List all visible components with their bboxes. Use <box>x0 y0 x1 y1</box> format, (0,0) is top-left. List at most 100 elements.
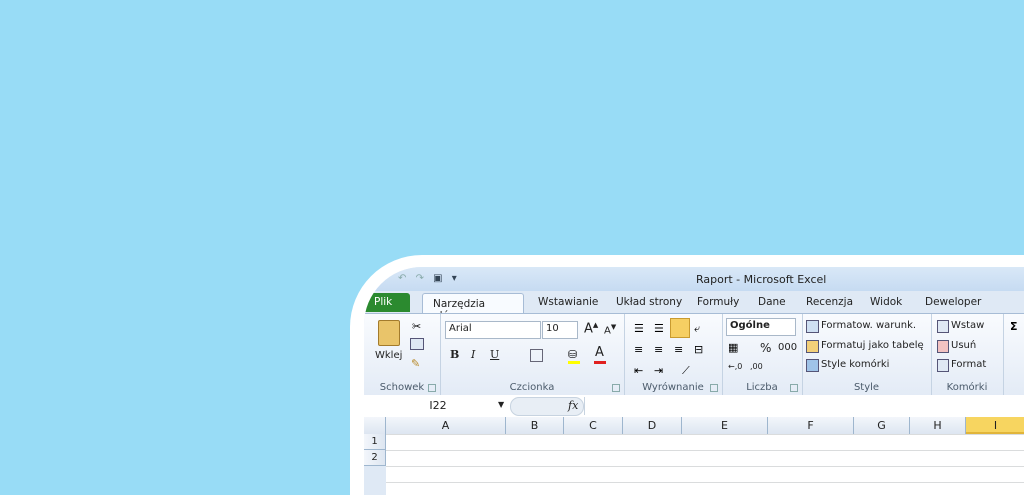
group-label-alignment: Wyrównanie <box>642 382 704 393</box>
cell-styles-button[interactable]: Style komórki <box>821 359 889 370</box>
align-right-icon[interactable]: ≡ <box>674 343 683 356</box>
percent-button[interactable]: % <box>760 341 771 355</box>
clipboard-launcher-icon[interactable] <box>428 384 436 392</box>
insert-cells-button[interactable]: Wstaw <box>951 320 984 331</box>
font-color-icon[interactable]: A <box>595 345 604 360</box>
align-left-icon[interactable]: ≡ <box>634 343 643 356</box>
window-title: Raport - Microsoft Excel <box>696 273 827 286</box>
paste-icon[interactable] <box>378 320 400 346</box>
thousands-button[interactable]: 000 <box>778 342 797 353</box>
wrap-text-icon[interactable]: ⤶ <box>694 322 700 336</box>
group-label-font: Czcionka <box>509 382 555 393</box>
tab-developer[interactable]: Deweloper <box>925 296 981 308</box>
save-icon[interactable]: ▣ <box>433 273 442 284</box>
grow-font-icon[interactable]: A▲ <box>584 321 598 336</box>
group-alignment: ☰ ☰ ⤶ ≡ ≡ ≡ ⊟ ⇤ ⇥ ⟋ Wyrównanie <box>624 314 723 396</box>
column-header[interactable]: C <box>564 417 623 434</box>
tab-file[interactable]: Plik <box>364 293 410 312</box>
undo-icon[interactable]: ↶ <box>398 273 406 284</box>
increase-decimal-icon[interactable]: ←,0 <box>728 362 742 371</box>
quick-access-toolbar: ↶ ↷ ▣ ▾ <box>398 273 463 284</box>
delete-cells-button[interactable]: Usuń <box>951 340 976 351</box>
font-color-swatch <box>594 361 606 364</box>
column-header-selected[interactable]: I <box>966 417 1024 434</box>
formula-bar: I22 ▼ fx <box>364 395 1024 418</box>
underline-button[interactable]: U <box>490 348 499 361</box>
customize-toolbar-icon[interactable]: ▾ <box>452 273 457 284</box>
borders-icon[interactable] <box>530 349 543 362</box>
format-as-table-icon <box>806 340 819 353</box>
group-cells: Wstaw Usuń Format Komórki <box>931 314 1004 396</box>
format-painter-icon[interactable]: ✎ <box>411 357 420 370</box>
decrease-indent-icon[interactable]: ⇤ <box>634 364 643 377</box>
merge-center-icon[interactable]: ⊟ <box>694 343 703 356</box>
tab-data[interactable]: Dane <box>758 296 786 308</box>
delete-cells-icon <box>937 340 949 353</box>
column-header[interactable]: F <box>768 417 854 434</box>
orientation-icon[interactable]: ⟋ <box>682 364 690 378</box>
format-cells-icon <box>937 359 949 372</box>
column-header[interactable]: G <box>854 417 910 434</box>
align-top-icon[interactable]: ☰ <box>634 322 644 335</box>
alignment-launcher-icon[interactable] <box>710 384 718 392</box>
conditional-format-icon <box>806 320 819 333</box>
column-header[interactable]: D <box>623 417 682 434</box>
column-header[interactable]: H <box>910 417 966 434</box>
column-header[interactable]: B <box>506 417 564 434</box>
tab-home[interactable]: Narzędzia główne <box>422 293 524 322</box>
align-bottom-icon[interactable] <box>670 318 690 338</box>
ribbon: Wklej ✂ ✎ Schowek Arial 10 A▲ A▼ B I U ⛁… <box>364 313 1024 397</box>
group-clipboard: Wklej ✂ ✎ Schowek <box>364 314 441 396</box>
rounded-frame: ↶ ↷ ▣ ▾ Raport - Microsoft Excel Plik Na… <box>350 255 1024 495</box>
number-format-select[interactable]: Ogólne <box>726 318 796 336</box>
group-label-styles: Style <box>853 382 880 393</box>
ribbon-tabs: Plik Narzędzia główne Wstawianie Układ s… <box>364 291 1024 322</box>
conditional-format-button[interactable]: Formatow. warunk. <box>821 320 916 331</box>
tab-review[interactable]: Recenzja <box>806 296 853 308</box>
tab-formulas[interactable]: Formuły <box>697 296 739 308</box>
italic-button[interactable]: I <box>471 348 475 361</box>
align-center-icon[interactable]: ≡ <box>654 343 663 356</box>
copy-icon[interactable] <box>410 338 424 350</box>
tab-view[interactable]: Widok <box>870 296 902 308</box>
fill-color-swatch <box>568 361 580 364</box>
format-as-table-button[interactable]: Formatuj jako tabelę <box>821 340 924 351</box>
paste-button[interactable]: Wklej <box>375 350 402 361</box>
name-box-dropdown-icon[interactable]: ▼ <box>498 400 504 409</box>
cell-styles-icon <box>806 359 819 372</box>
row-header[interactable]: 1 <box>364 434 386 450</box>
format-cells-button[interactable]: Format <box>951 359 986 370</box>
shrink-font-icon[interactable]: A▼ <box>604 323 616 336</box>
insert-cells-icon <box>937 320 949 333</box>
group-styles: Formatow. warunk. Formatuj jako tabelę S… <box>802 314 932 396</box>
column-header[interactable]: E <box>682 417 768 434</box>
select-all-corner[interactable] <box>364 417 386 434</box>
redo-icon[interactable]: ↷ <box>416 273 424 284</box>
font-name-select[interactable]: Arial <box>445 321 541 339</box>
column-headers: A B C D E F G H I <box>364 417 1024 435</box>
name-box[interactable]: I22 <box>370 397 506 415</box>
formula-input[interactable] <box>584 397 1024 415</box>
increase-indent-icon[interactable]: ⇥ <box>654 364 663 377</box>
group-font: Arial 10 A▲ A▼ B I U ⛁ A Czcionka <box>440 314 625 396</box>
decrease-decimal-icon[interactable]: ,00 <box>750 362 763 371</box>
row-header[interactable]: 2 <box>364 450 386 466</box>
excel-window: ↶ ↷ ▣ ▾ Raport - Microsoft Excel Plik Na… <box>364 267 1024 495</box>
cell-grid[interactable] <box>386 434 1024 495</box>
group-label-cells: Komórki <box>946 382 988 393</box>
column-header[interactable]: A <box>386 417 506 434</box>
fill-color-icon[interactable]: ⛁ <box>568 348 577 361</box>
bold-button[interactable]: B <box>450 348 459 361</box>
number-launcher-icon[interactable] <box>790 384 798 392</box>
fx-icon[interactable]: fx <box>568 399 578 412</box>
group-number: Ogólne ▦ % 000 ←,0 ,00 Liczba <box>722 314 803 396</box>
font-launcher-icon[interactable] <box>612 384 620 392</box>
currency-icon[interactable]: ▦ <box>728 341 738 354</box>
align-middle-icon[interactable]: ☰ <box>654 322 664 335</box>
cut-icon[interactable]: ✂ <box>412 320 421 333</box>
title-bar: ↶ ↷ ▣ ▾ Raport - Microsoft Excel <box>364 267 1024 291</box>
font-size-select[interactable]: 10 <box>542 321 578 339</box>
autosum-icon[interactable]: Σ <box>1010 320 1018 333</box>
tab-insert[interactable]: Wstawianie <box>538 296 598 308</box>
tab-page-layout[interactable]: Układ strony <box>616 296 682 308</box>
